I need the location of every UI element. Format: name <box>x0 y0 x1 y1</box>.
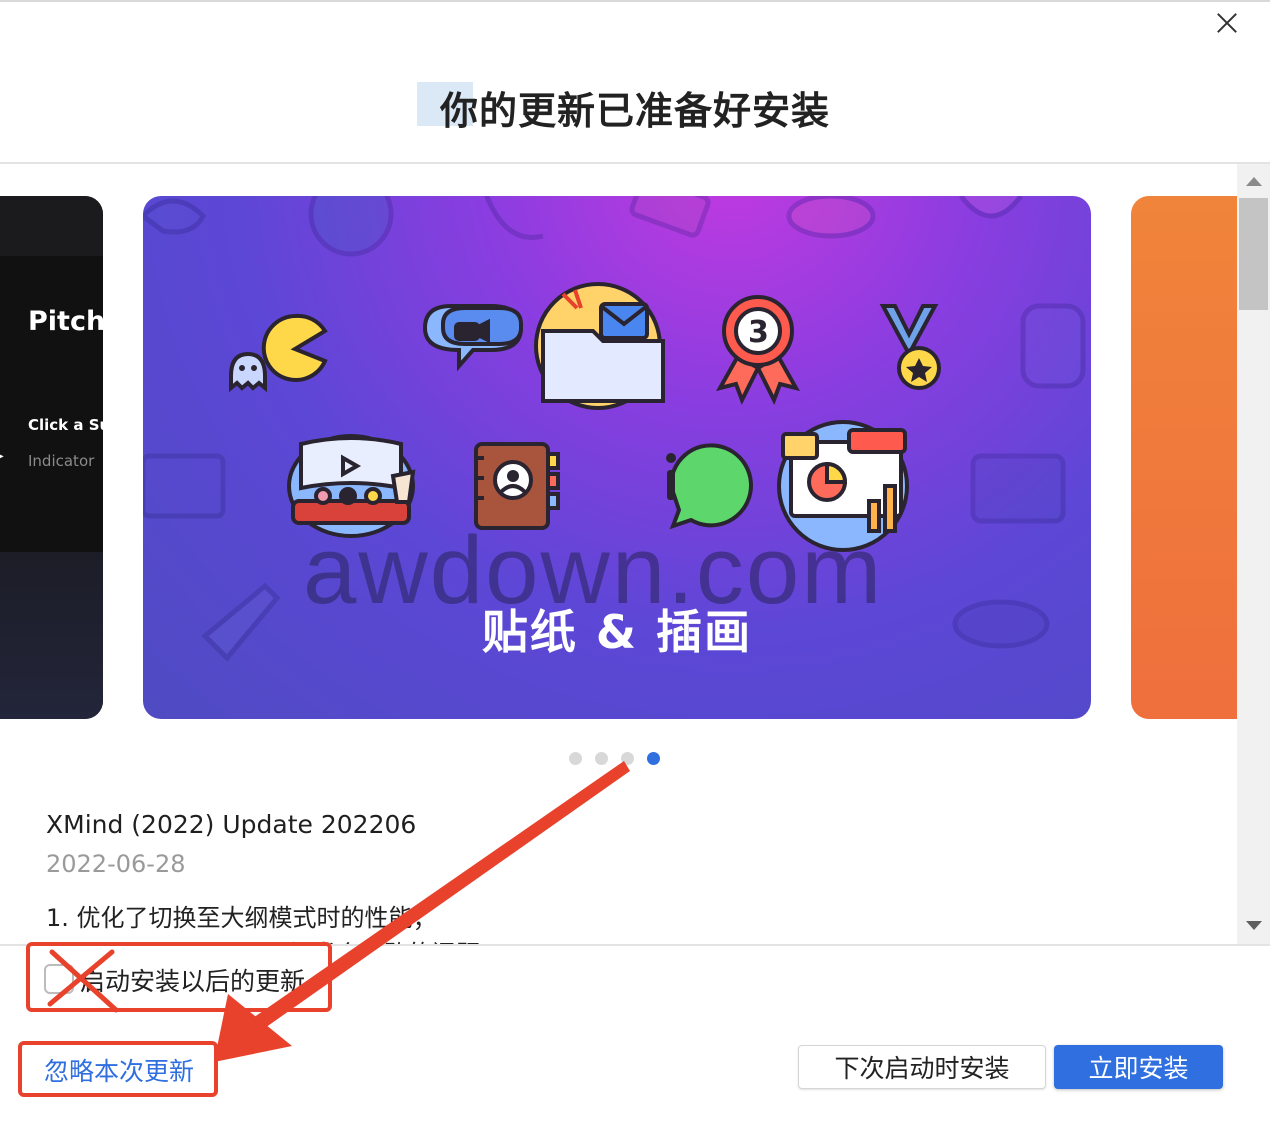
annotation-overlay <box>47 761 630 1062</box>
annotation-cross-icon <box>47 949 119 1013</box>
annotation-arrow-icon <box>214 761 630 1062</box>
